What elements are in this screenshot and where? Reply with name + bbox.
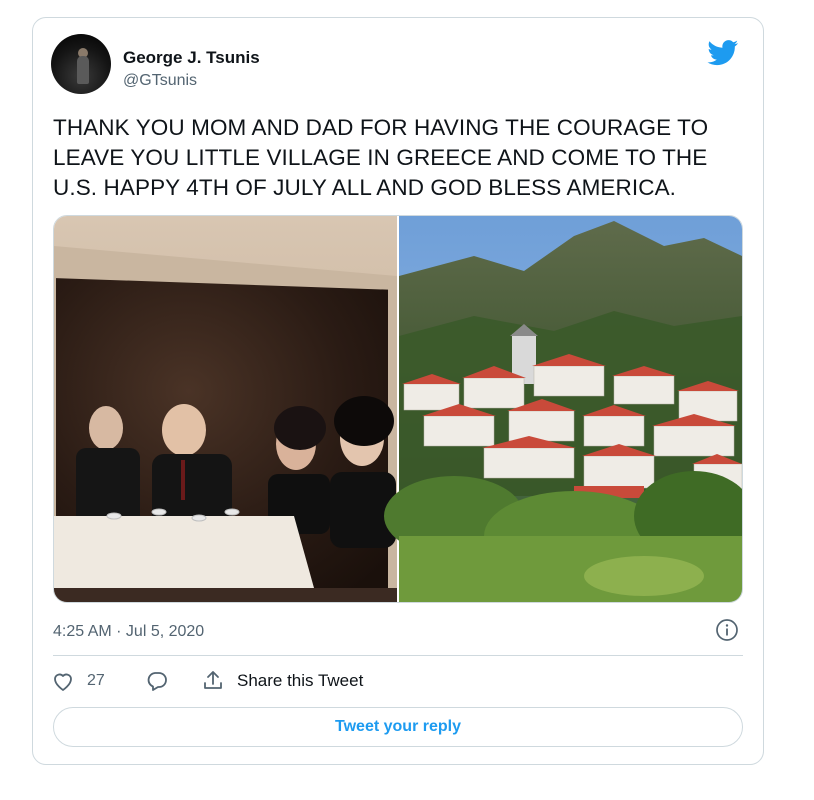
share-icon xyxy=(204,671,222,689)
author-name[interactable]: George J. Tsunis xyxy=(123,48,260,68)
share-button[interactable]: Share this Tweet xyxy=(201,668,363,694)
heart-icon xyxy=(54,673,72,691)
tweet-timestamp[interactable]: 4:25 AM · Jul 5, 2020 xyxy=(53,623,204,641)
tweet-text: THANK YOU MOM AND DAD FOR HAVING THE COU… xyxy=(53,115,709,200)
share-label: Share this Tweet xyxy=(237,671,364,690)
tweet-media[interactable] xyxy=(53,215,743,603)
reply-bubble-icon xyxy=(147,672,167,691)
author-handle[interactable]: @GTsunis xyxy=(123,72,197,90)
info-icon[interactable] xyxy=(715,618,739,642)
twitter-bird-icon[interactable] xyxy=(707,40,739,66)
like-count: 27 xyxy=(87,672,105,689)
reply-button[interactable] xyxy=(145,668,169,694)
mountain-village-photo[interactable] xyxy=(384,216,742,602)
like-button[interactable]: 27 xyxy=(51,668,105,694)
vintage-family-photo[interactable] xyxy=(54,216,397,602)
avatar[interactable] xyxy=(51,34,111,94)
divider xyxy=(53,655,743,656)
tweet-reply-button[interactable]: Tweet your reply xyxy=(53,707,743,747)
tweet-card: George J. Tsunis @GTsunis THANK YOU MOM … xyxy=(32,17,764,765)
